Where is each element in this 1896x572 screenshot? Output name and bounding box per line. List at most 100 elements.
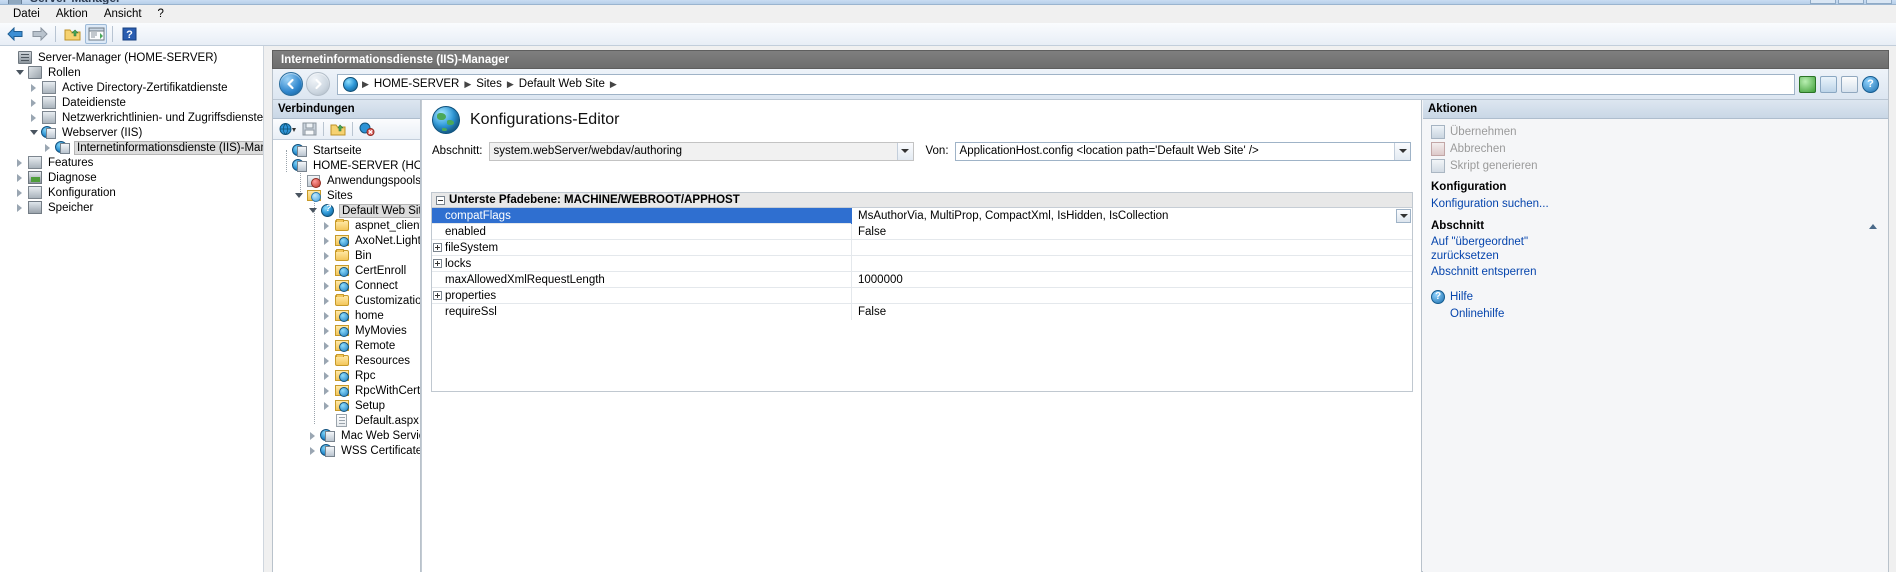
action-link-label-2[interactable]: zurücksetzen	[1431, 250, 1499, 263]
nav-forward-icon[interactable]	[306, 72, 330, 96]
von-combobox[interactable]: ApplicationHost.config <location path='D…	[955, 142, 1411, 161]
tree-item-webserver-iis[interactable]: Webserver (IIS)	[0, 125, 263, 140]
window-controls[interactable]	[1810, 0, 1892, 4]
save-icon[interactable]	[299, 120, 319, 138]
expander-collapsed[interactable]	[321, 219, 334, 232]
action-skript-generieren[interactable]: Skript generieren	[1423, 157, 1888, 174]
expander-collapsed[interactable]	[307, 429, 320, 442]
grid-group-header[interactable]: Unterste Pfadebene: MACHINE/WEBROOT/APPH…	[432, 193, 1412, 208]
grid-row-locks[interactable]: locks	[432, 256, 1412, 272]
expander-collapsed[interactable]	[321, 309, 334, 322]
maximize-button[interactable]	[1838, 0, 1864, 4]
expander-collapsed[interactable]	[28, 111, 41, 124]
breadcrumb-item-default-web-site[interactable]: Default Web Site	[515, 78, 609, 90]
grid-row-maxallowedxmlrequestlength[interactable]: maxAllowedXmlRequestLength 1000000	[432, 272, 1412, 288]
grid-row-compatflags[interactable]: compatFlags MsAuthorVia, MultiProp, Comp…	[432, 208, 1412, 224]
folder-up-icon[interactable]	[61, 24, 83, 44]
expand-row-icon[interactable]	[433, 259, 442, 268]
conn-item-sites[interactable]: Sites	[273, 188, 420, 203]
show-all-icon[interactable]	[1820, 76, 1837, 93]
expander-expanded[interactable]	[14, 66, 27, 79]
conn-item-default-aspx[interactable]: Default.aspx	[273, 413, 420, 428]
grid-cell-value[interactable]: 1000000	[852, 272, 1412, 288]
connections-tree[interactable]: Startseite HOME-SERVER (HOME-SE Anwendun…	[273, 140, 420, 570]
grid-cell-value[interactable]: False	[852, 304, 1412, 320]
action-uebernehmen[interactable]: Übernehmen	[1423, 123, 1888, 140]
expander-collapsed[interactable]	[321, 324, 334, 337]
tree-item-dateidienste[interactable]: Dateidienste	[0, 95, 263, 110]
conn-item-customization[interactable]: Customization	[273, 293, 420, 308]
mmc-navigation-tree[interactable]: Server-Manager (HOME-SERVER) Rollen Acti…	[0, 46, 264, 572]
tree-item-features[interactable]: Features	[0, 155, 263, 170]
expander-collapsed[interactable]	[321, 354, 334, 367]
close-button[interactable]	[1866, 0, 1892, 4]
minimize-button[interactable]	[1810, 0, 1836, 4]
conn-item-resources[interactable]: Resources	[273, 353, 420, 368]
action-onlinehilfe[interactable]: Onlinehilfe	[1423, 305, 1888, 322]
conn-item-home-server[interactable]: HOME-SERVER (HOME-SE	[273, 158, 420, 173]
expander-collapsed[interactable]	[28, 81, 41, 94]
connect-to-icon[interactable]	[277, 120, 297, 138]
tree-item-speicher[interactable]: Speicher	[0, 200, 263, 215]
grid-row-filesystem[interactable]: fileSystem	[432, 240, 1412, 256]
expander-expanded[interactable]	[28, 126, 41, 139]
expander-collapsed[interactable]	[321, 264, 334, 277]
start-site-icon[interactable]	[1799, 76, 1816, 93]
chevron-up-icon[interactable]	[1866, 219, 1880, 233]
action-link-label[interactable]: Konfiguration suchen...	[1431, 198, 1549, 210]
tree-item-server-manager[interactable]: Server-Manager (HOME-SERVER)	[0, 50, 263, 65]
conn-item-bin[interactable]: Bin	[273, 248, 420, 263]
grid-row-properties[interactable]: properties	[432, 288, 1412, 304]
chevron-down-icon[interactable]	[897, 143, 913, 160]
grid-cell-value[interactable]: False	[852, 224, 1412, 240]
collapse-group-icon[interactable]	[436, 196, 445, 205]
grid-row-requiressl[interactable]: requireSsl False	[432, 304, 1412, 320]
expander-collapsed[interactable]	[42, 141, 55, 154]
expander-collapsed[interactable]	[321, 249, 334, 262]
back-arrow-icon[interactable]	[4, 24, 26, 44]
view-icon[interactable]	[1841, 76, 1858, 93]
open-folder-icon[interactable]	[328, 120, 348, 138]
action-abbrechen[interactable]: Abbrechen	[1423, 140, 1888, 157]
tree-item-netzwerkrichtlinien[interactable]: Netzwerkrichtlinien- und Zugriffsdienste	[0, 110, 263, 125]
expander-expanded[interactable]	[307, 204, 320, 217]
action-link-label-1[interactable]: Auf "übergeordnet"	[1431, 236, 1528, 249]
breadcrumb-item-server[interactable]: HOME-SERVER	[370, 78, 463, 90]
conn-item-rpcwithcert[interactable]: RpcWithCert	[273, 383, 420, 398]
expander-collapsed[interactable]	[321, 294, 334, 307]
conn-item-wss-certificate-web[interactable]: WSS Certificate We	[273, 443, 420, 458]
conn-item-startseite[interactable]: Startseite	[273, 143, 420, 158]
expander-collapsed[interactable]	[321, 399, 334, 412]
menu-datei[interactable]: Datei	[5, 7, 48, 21]
expander-expanded[interactable]	[293, 189, 306, 202]
action-abschnitt-entsperren[interactable]: Abschnitt entsperren	[1423, 263, 1888, 280]
breadcrumb[interactable]: ▶ HOME-SERVER ▶ Sites ▶ Default Web Site…	[337, 74, 1795, 95]
expander-collapsed[interactable]	[321, 339, 334, 352]
expander-collapsed[interactable]	[14, 156, 27, 169]
action-hilfe[interactable]: ? Hilfe	[1423, 288, 1888, 305]
expand-row-icon[interactable]	[433, 243, 442, 252]
expander-collapsed[interactable]	[14, 201, 27, 214]
conn-item-connect[interactable]: Connect	[273, 278, 420, 293]
conn-item-mac-web-service[interactable]: Mac Web Service	[273, 428, 420, 443]
expander-collapsed[interactable]	[28, 96, 41, 109]
conn-item-anwendungspools[interactable]: Anwendungspools	[273, 173, 420, 188]
conn-item-default-web-site[interactable]: Default Web Site	[273, 203, 420, 218]
expander-collapsed[interactable]	[321, 369, 334, 382]
expander-collapsed[interactable]	[321, 234, 334, 247]
expander-collapsed[interactable]	[321, 384, 334, 397]
action-auf-uebergeordnet-zuruecksetzen-line2[interactable]: zurücksetzen	[1423, 249, 1888, 263]
conn-item-aspnet-client[interactable]: aspnet_client	[273, 218, 420, 233]
chevron-down-icon[interactable]	[1394, 143, 1410, 160]
tree-item-ad-cert[interactable]: Active Directory-Zertifikatdienste	[0, 80, 263, 95]
menu-aktion[interactable]: Aktion	[48, 7, 96, 21]
conn-item-setup[interactable]: Setup	[273, 398, 420, 413]
grid-row-enabled[interactable]: enabled False	[432, 224, 1412, 240]
action-link-label[interactable]: Hilfe	[1450, 291, 1473, 303]
connection-tasks-icon[interactable]	[357, 120, 377, 138]
forward-arrow-icon[interactable]	[28, 24, 50, 44]
properties-window-icon[interactable]	[85, 24, 107, 44]
action-konfiguration-suchen[interactable]: Konfiguration suchen...	[1423, 195, 1888, 212]
menu-ansicht[interactable]: Ansicht	[96, 7, 150, 21]
breadcrumb-item-sites[interactable]: Sites	[472, 78, 506, 90]
